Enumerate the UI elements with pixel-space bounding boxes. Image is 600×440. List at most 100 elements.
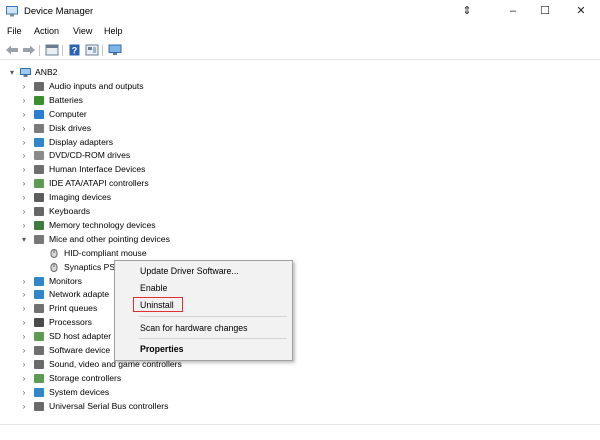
chevron-right-icon[interactable]: › bbox=[20, 372, 28, 385]
menu-separator bbox=[139, 316, 287, 317]
mouse-icon bbox=[34, 234, 44, 244]
menu-bar: File Action View Help bbox=[0, 25, 600, 40]
usb-icon bbox=[34, 401, 44, 411]
mouse-icon bbox=[50, 248, 58, 258]
chevron-right-icon[interactable]: › bbox=[20, 122, 28, 135]
tree-item-disk-drives[interactable]: › Disk drives bbox=[0, 122, 300, 135]
chevron-right-icon[interactable]: › bbox=[20, 302, 28, 315]
maximize-button[interactable]: ☐ bbox=[532, 3, 558, 20]
ctx-enable[interactable]: Enable bbox=[140, 282, 167, 294]
speaker-icon bbox=[34, 81, 44, 91]
tree-item-label: Imaging devices bbox=[49, 192, 112, 203]
toolbar-separator bbox=[62, 45, 63, 56]
tree-item-label: Software device bbox=[49, 345, 111, 355]
tree-item-label: Universal Serial Bus controllers bbox=[49, 400, 169, 411]
computer-icon bbox=[20, 68, 31, 77]
view-icon[interactable] bbox=[85, 44, 99, 56]
keyboard-icon bbox=[34, 207, 44, 216]
menu-help[interactable]: Help bbox=[104, 26, 123, 36]
chevron-right-icon[interactable]: › bbox=[20, 358, 28, 371]
tree-item-system[interactable]: › System devices bbox=[0, 386, 300, 399]
menu-separator bbox=[139, 338, 287, 339]
properties-icon[interactable] bbox=[45, 44, 59, 56]
tree-item-label: Storage controllers bbox=[49, 372, 122, 383]
chevron-right-icon[interactable]: › bbox=[20, 80, 28, 93]
status-bar bbox=[0, 424, 600, 440]
uninstall-highlight-box bbox=[133, 297, 183, 312]
chevron-right-icon[interactable]: › bbox=[20, 108, 28, 121]
disk-icon bbox=[34, 123, 44, 133]
tree-item-batteries[interactable]: › Batteries bbox=[0, 94, 300, 107]
close-button[interactable]: ✕ bbox=[568, 3, 594, 20]
ctx-scan-hardware[interactable]: Scan for hardware changes bbox=[140, 322, 248, 334]
tree-item-computer[interactable]: › Computer bbox=[0, 108, 300, 121]
dvd-icon bbox=[34, 151, 44, 161]
chevron-right-icon[interactable]: › bbox=[20, 316, 28, 329]
chevron-right-icon[interactable]: › bbox=[20, 400, 28, 413]
sound-icon bbox=[34, 359, 44, 369]
chevron-right-icon[interactable]: › bbox=[20, 94, 28, 107]
tree-item-label: Computer bbox=[49, 108, 87, 119]
chevron-down-icon[interactable]: ▾ bbox=[20, 233, 28, 246]
menu-view[interactable]: View bbox=[73, 26, 92, 36]
device-tree: ▾ ANB2 › Audio inputs and outputs › Batt… bbox=[0, 62, 600, 422]
tree-item-label: Network adapte bbox=[49, 289, 110, 300]
chevron-right-icon[interactable]: › bbox=[20, 163, 28, 176]
back-arrow-icon[interactable] bbox=[5, 44, 19, 56]
computer-icon bbox=[34, 109, 44, 119]
tree-item-imaging[interactable]: › Imaging devices bbox=[0, 191, 300, 204]
tree-item-label: DVD/CD-ROM drives bbox=[49, 150, 131, 161]
chevron-right-icon[interactable]: › bbox=[20, 205, 28, 218]
menu-file[interactable]: File bbox=[7, 26, 22, 36]
tree-item-label: Memory technology devices bbox=[49, 219, 156, 230]
chevron-right-icon[interactable]: › bbox=[20, 344, 28, 357]
restore-resize-icon[interactable]: ⇕ bbox=[454, 3, 480, 20]
monitor-icon bbox=[34, 276, 44, 286]
memory-icon bbox=[34, 220, 44, 230]
device-manager-icon bbox=[6, 6, 18, 17]
tree-item-hid[interactable]: › Human Interface Devices bbox=[0, 163, 300, 176]
tree-root[interactable]: ▾ ANB2 bbox=[0, 66, 200, 79]
tree-item-ide[interactable]: › IDE ATA/ATAPI controllers bbox=[0, 177, 300, 190]
chevron-right-icon[interactable]: › bbox=[20, 275, 28, 288]
monitor-icon[interactable] bbox=[108, 44, 122, 56]
tree-item-label: Synaptics PS bbox=[64, 261, 116, 272]
processor-icon bbox=[34, 318, 44, 328]
chevron-right-icon[interactable]: › bbox=[20, 386, 28, 399]
ctx-properties[interactable]: Properties bbox=[140, 343, 184, 355]
tree-item-memory[interactable]: › Memory technology devices bbox=[0, 219, 300, 232]
forward-arrow-icon[interactable] bbox=[22, 44, 36, 56]
tree-item-audio[interactable]: › Audio inputs and outputs bbox=[0, 80, 300, 93]
help-icon[interactable]: ? bbox=[68, 44, 82, 56]
tree-item-label: Print queues bbox=[49, 303, 98, 314]
tree-item-storage[interactable]: › Storage controllers bbox=[0, 372, 300, 385]
battery-icon bbox=[34, 95, 44, 105]
chevron-right-icon[interactable]: › bbox=[20, 136, 28, 149]
tree-item-label: SD host adapter bbox=[49, 331, 112, 342]
mouse-icon bbox=[50, 262, 58, 272]
minimize-button[interactable]: – bbox=[500, 3, 526, 20]
chevron-right-icon[interactable]: › bbox=[20, 177, 28, 190]
svg-text:?: ? bbox=[72, 46, 78, 56]
chevron-right-icon[interactable]: › bbox=[20, 288, 28, 301]
menu-action[interactable]: Action bbox=[34, 26, 59, 36]
tree-item-label: Audio inputs and outputs bbox=[49, 80, 144, 91]
chevron-down-icon[interactable]: ▾ bbox=[8, 66, 16, 79]
toolbar-separator bbox=[102, 45, 103, 56]
chevron-right-icon[interactable]: › bbox=[20, 149, 28, 162]
tree-item-label: Batteries bbox=[49, 94, 83, 105]
tree-item-dvd[interactable]: › DVD/CD-ROM drives bbox=[0, 149, 300, 162]
tree-item-usb[interactable]: › Universal Serial Bus controllers bbox=[0, 400, 300, 413]
chevron-right-icon[interactable]: › bbox=[20, 330, 28, 343]
device-manager-window: Device Manager ⇕ – ☐ ✕ File Action View … bbox=[0, 0, 600, 440]
tree-item-label: Monitors bbox=[49, 275, 82, 286]
tree-item-keyboards[interactable]: › Keyboards bbox=[0, 205, 300, 218]
chevron-right-icon[interactable]: › bbox=[20, 219, 28, 232]
tree-root-label: ANB2 bbox=[35, 67, 58, 77]
ctx-update-driver[interactable]: Update Driver Software... bbox=[140, 265, 239, 277]
chevron-right-icon[interactable]: › bbox=[20, 191, 28, 204]
title-bar: Device Manager ⇕ – ☐ ✕ bbox=[0, 0, 600, 24]
tree-item-hid-mouse[interactable]: HID-compliant mouse bbox=[0, 247, 300, 260]
tree-item-display-adapters[interactable]: › Display adapters bbox=[0, 136, 300, 149]
tree-item-mice[interactable]: ▾ Mice and other pointing devices bbox=[0, 233, 300, 246]
